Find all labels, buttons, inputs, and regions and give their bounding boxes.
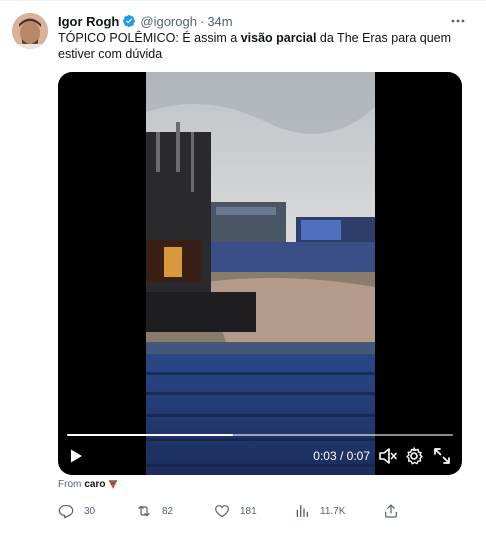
tweet-actions: 30 82 181 11.7K xyxy=(58,501,408,521)
tweet-source: From caro xyxy=(58,479,118,490)
stadium-video-frame xyxy=(146,72,375,475)
reply-count: 30 xyxy=(84,505,96,517)
reply-icon xyxy=(58,505,74,519)
share-button[interactable] xyxy=(383,501,399,521)
video-controls: 0:03 / 0:07 xyxy=(58,425,462,475)
more-options-button[interactable] xyxy=(448,11,468,31)
analytics-icon xyxy=(296,505,308,517)
tweet-header: Igor Rogh @igorogh · 34m xyxy=(58,12,450,30)
watermelon-icon xyxy=(109,479,118,489)
tweet-text-part: TÓPICO POLÊMICO: É assim a xyxy=(58,31,241,45)
author-name[interactable]: Igor Rogh xyxy=(58,14,119,29)
reply-button[interactable]: 30 xyxy=(58,501,95,521)
video-progress-fill xyxy=(67,434,233,436)
play-icon[interactable] xyxy=(68,448,84,464)
mute-icon[interactable] xyxy=(378,446,398,466)
video-frame[interactable] xyxy=(146,72,375,475)
retweet-button[interactable]: 82 xyxy=(136,501,173,521)
retweet-icon xyxy=(138,505,150,517)
verified-badge-icon xyxy=(123,15,136,27)
fullscreen-icon[interactable] xyxy=(432,446,452,466)
tweet-text-bold: visão parcial xyxy=(240,31,317,45)
source-label: From xyxy=(58,479,82,490)
video-player[interactable]: 0:03 / 0:07 xyxy=(58,72,462,475)
author-handle[interactable]: @igorogh xyxy=(140,14,197,29)
avatar[interactable] xyxy=(12,13,48,49)
heart-icon xyxy=(215,505,229,518)
retweet-count: 82 xyxy=(162,505,174,517)
like-count: 181 xyxy=(240,505,257,517)
separator-dot: · xyxy=(199,13,205,29)
tweet-text: TÓPICO POLÊMICO: É assim a visão parcial… xyxy=(58,30,463,62)
video-timecode: 0:03 / 0:07 xyxy=(313,449,370,463)
source-app[interactable]: caro xyxy=(84,479,105,490)
gear-icon[interactable] xyxy=(404,446,424,466)
share-icon xyxy=(385,504,397,518)
views-count: 11.7K xyxy=(320,505,346,517)
like-button[interactable]: 181 xyxy=(214,501,257,521)
views-button[interactable]: 11.7K xyxy=(294,501,345,521)
tweet-timestamp[interactable]: 34m xyxy=(207,14,232,29)
more-icon xyxy=(451,19,465,23)
tweet-card[interactable]: Igor Rogh @igorogh · 34m TÓPICO POLÊMICO… xyxy=(0,0,486,538)
video-progress-bar[interactable] xyxy=(67,434,453,436)
